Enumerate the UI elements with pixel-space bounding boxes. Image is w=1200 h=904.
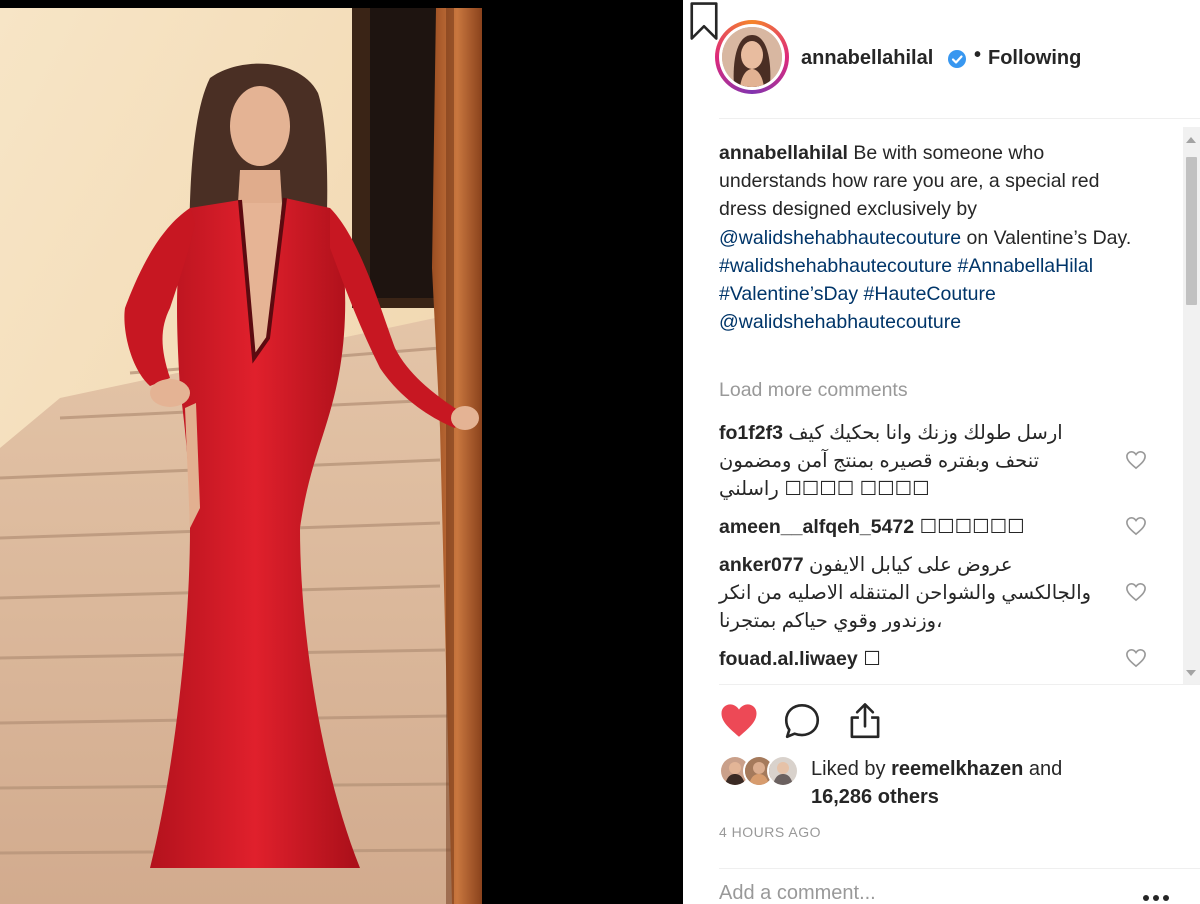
caption-text-2: on Valentine’s Day. [966,226,1132,249]
comment-item: anker077 عروض على كيابل الايفون والجالكس… [719,551,1099,636]
load-more-comments-button[interactable]: Load more comments [719,379,908,402]
likes-others-count[interactable]: 16,286 others [811,786,939,808]
share-icon[interactable] [844,700,886,742]
caption-hashtag-2[interactable]: #AnnabellaHilal [958,255,1094,277]
scroll-down-arrow-icon[interactable] [1186,670,1196,676]
post-photo[interactable] [0,8,482,904]
post-header: annabellahilal • Following [683,0,1200,118]
author-avatar[interactable] [719,24,785,90]
comment-like-heart-icon[interactable] [1125,450,1147,470]
comment-username[interactable]: anker077 [719,554,804,576]
following-button[interactable]: Following [988,47,1081,70]
caption-hashtag-3[interactable]: #Valentine’sDay [719,283,858,305]
scrollbar-thumb[interactable] [1186,157,1197,305]
comment-username[interactable]: ameen__alfqeh_5472 [719,516,914,538]
header-separator: • [974,44,982,66]
comment-text: ☐ [863,648,881,670]
photo-illustration [0,8,482,904]
post-timestamp[interactable]: 4 HOURS AGO [719,824,821,840]
likes-summary: Liked by reemelkhazen and 16,286 others [811,755,1101,811]
caption-mention-2[interactable]: @walidshehabhautecouture [719,311,961,333]
comment-like-heart-icon[interactable] [1125,648,1147,668]
caption-username[interactable]: annabellahilal [719,142,848,164]
more-options-icon[interactable] [1141,892,1171,904]
likes-prefix: Liked by [811,758,886,780]
liker-avatar [767,755,799,787]
comments-list[interactable]: annabellahilal Be with someone who under… [683,119,1200,684]
add-comment-input[interactable] [719,882,1119,904]
comment-item: ameen__alfqeh_5472 ☐☐☐☐☐☐ [719,513,1099,541]
verified-badge-icon [948,50,966,68]
author-username[interactable]: annabellahilal [801,47,933,70]
post-details-panel: annabellahilal • Following annabellahila… [683,0,1200,904]
comment-item: fo1f2f3 ارسل طولك وزنك وانا بحكيك كيف تن… [719,419,1099,504]
caption-hashtag-4[interactable]: #HauteCouture [864,283,996,305]
post-photo-panel [0,0,683,904]
comment-item: fouad.al.liwaey ☐ [719,645,1099,673]
avatar-portrait [722,27,782,87]
likes-suffix: and [1028,758,1063,780]
comment-box-divider [719,868,1200,869]
story-ring[interactable] [715,20,789,94]
caption-mention-1[interactable]: @walidshehabhautecouture [719,227,961,249]
comment-username[interactable]: fo1f2f3 [719,422,783,444]
post-caption: annabellahilal Be with someone who under… [719,139,1147,336]
caption-hashtag-1[interactable]: #walidshehabhautecouture [719,255,952,277]
speech-bubble-icon[interactable] [781,700,823,742]
comment-like-heart-icon[interactable] [1125,516,1147,536]
comment-like-heart-icon[interactable] [1125,582,1147,602]
actions-divider [719,684,1200,685]
avatar-image [722,27,782,87]
heart-filled-icon[interactable] [718,700,760,742]
comment-username[interactable]: fouad.al.liwaey [719,648,858,670]
liker-username[interactable]: reemelkhazen [891,758,1023,780]
comment-text: ☐☐☐☐☐☐ [919,516,1025,538]
liker-avatars[interactable] [719,755,803,789]
scroll-up-arrow-icon[interactable] [1186,137,1196,143]
comments-scrollbar[interactable] [1183,127,1200,684]
